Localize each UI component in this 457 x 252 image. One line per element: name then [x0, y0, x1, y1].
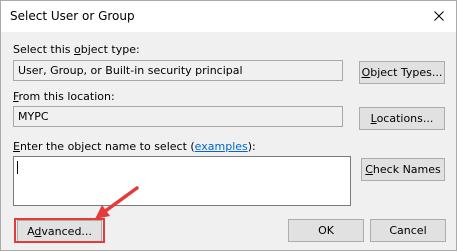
select-user-dialog: Select User or Group Select this object …	[0, 0, 457, 251]
annotation-arrow	[95, 186, 139, 219]
